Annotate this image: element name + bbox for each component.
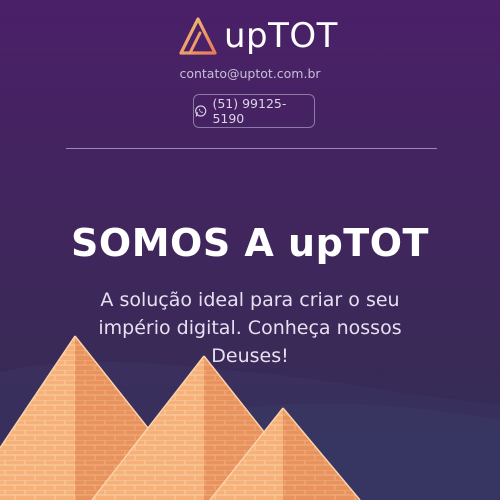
pyramids-illustration [0, 335, 361, 500]
page: upTOT contato@uptot.com.br (51) 99125-51… [0, 0, 500, 500]
